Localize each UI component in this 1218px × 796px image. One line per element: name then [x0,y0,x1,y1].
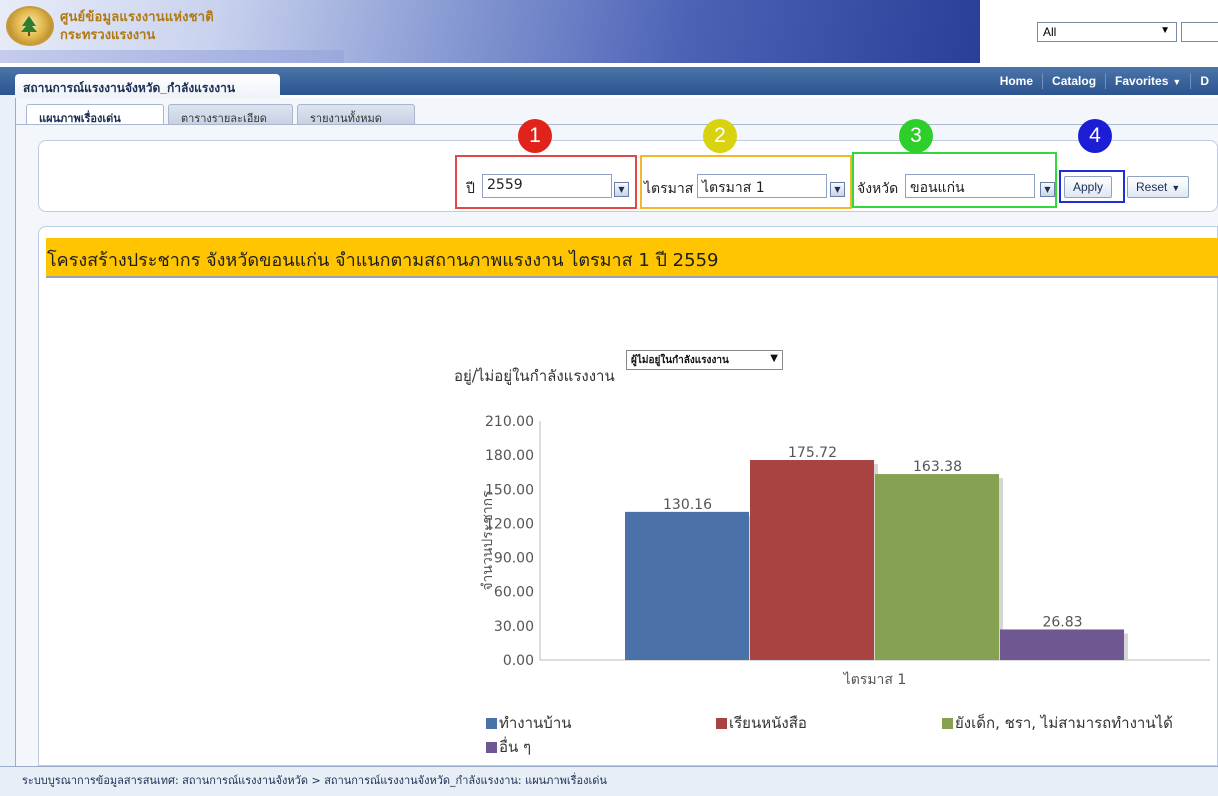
search-scope-value: All [1043,25,1057,39]
dashboards-menu[interactable]: D [1190,73,1218,89]
step-badge-3: 3 [899,119,933,153]
step-badge-4: 4 [1078,119,1112,153]
highlight-year [455,155,637,209]
data-label: 130.16 [663,497,712,513]
global-nav-links: Home Catalog Favorites ▼ D [991,67,1218,95]
chevron-down-icon: ▼ [1172,77,1182,87]
left-rail [0,95,15,766]
y-tick-label: 30.00 [494,619,534,635]
report-title: โครงสร้างประชากร จังหวัดขอนแก่น จำแนกตาม… [47,250,719,271]
chevron-down-icon: ▼ [1160,25,1170,36]
bar [750,460,874,660]
data-label: 163.38 [913,459,962,475]
legend-swatch [942,717,953,729]
bar [875,474,999,660]
tree-icon [21,16,37,36]
y-tick-label: 0.00 [503,653,534,669]
legend-item: อื่น ๆ [486,735,531,759]
highlight-province [852,152,1057,208]
highlight-quarter [640,155,852,209]
y-axis-label: จำนวนประชากร [480,490,496,591]
legend-item: เรียนหนังสือ [716,711,807,735]
reset-button[interactable]: Reset ▼ [1127,176,1190,198]
tab-divider [15,124,1218,125]
bar [1000,629,1124,660]
legend-label: ยังเด็ก, ชรา, ไม่สามารถทำงานได้ [955,714,1173,732]
banner-band [0,50,344,63]
legend-label: เรียนหนังสือ [729,714,807,732]
tab-highlights[interactable]: แผนภาพเรื่องเด่น [26,104,164,125]
home-link[interactable]: Home [991,73,1042,89]
step-badge-1: 1 [518,119,552,153]
legend-item: ยังเด็ก, ชรา, ไม่สามารถทำงานได้ [942,711,1173,735]
view-selector-label: อยู่/ไม่อยู่ในกำลังแรงงาน [454,367,615,385]
favorites-label: Favorites [1115,74,1169,88]
step-badge-2: 2 [703,119,737,153]
bar-shadow [1124,633,1128,660]
data-label: 175.72 [788,445,837,461]
app-banner: ศูนย์ข้อมูลแรงงานแห่งชาติ กระทรวงแรงงาน … [0,0,1218,63]
view-selector-value: ผู้ไม่อยู่ในกำลังแรงงาน [631,355,729,366]
tab-detail-table[interactable]: ตารางรายละเอียด [168,104,293,125]
x-tick-label: ไตรมาส 1 [843,671,907,688]
tab-all-reports[interactable]: รายงานทั้งหมด [297,104,415,125]
breadcrumb: ระบบบูรณาการข้อมูลสารสนเทศ: สถานการณ์แรง… [22,774,607,787]
bar [625,511,749,660]
chevron-down-icon: ▼ [770,353,778,364]
search-scope-select[interactable]: All ▼ [1037,22,1177,42]
dashboard-page-tab[interactable]: สถานการณ์แรงงานจังหวัด_กำลังแรงงาน [15,74,280,98]
favorites-menu[interactable]: Favorites ▼ [1105,73,1190,89]
ministry-name: กระทรวงแรงงาน [60,27,156,42]
legend-swatch [716,717,727,729]
legend-item: ทำงานบ้าน [486,711,572,735]
legend-label: ทำงานบ้าน [499,714,572,732]
catalog-link[interactable]: Catalog [1042,73,1105,89]
view-selector-dropdown[interactable]: ผู้ไม่อยู่ในกำลังแรงงาน ▼ [626,350,783,370]
y-tick-label: 210.00 [485,414,534,430]
y-tick-label: 90.00 [494,551,534,567]
reset-label: Reset [1136,180,1168,194]
y-tick-label: 180.00 [485,448,534,464]
legend-label: อื่น ๆ [499,738,532,756]
legend-swatch [486,717,497,729]
legend-swatch [486,741,497,753]
y-tick-label: 60.00 [494,585,534,601]
search-label: Search [988,27,1027,41]
data-label: 26.83 [1042,614,1082,630]
search-input[interactable] [1181,22,1218,42]
chevron-down-icon: ▼ [1171,183,1181,193]
highlight-apply [1059,170,1125,203]
